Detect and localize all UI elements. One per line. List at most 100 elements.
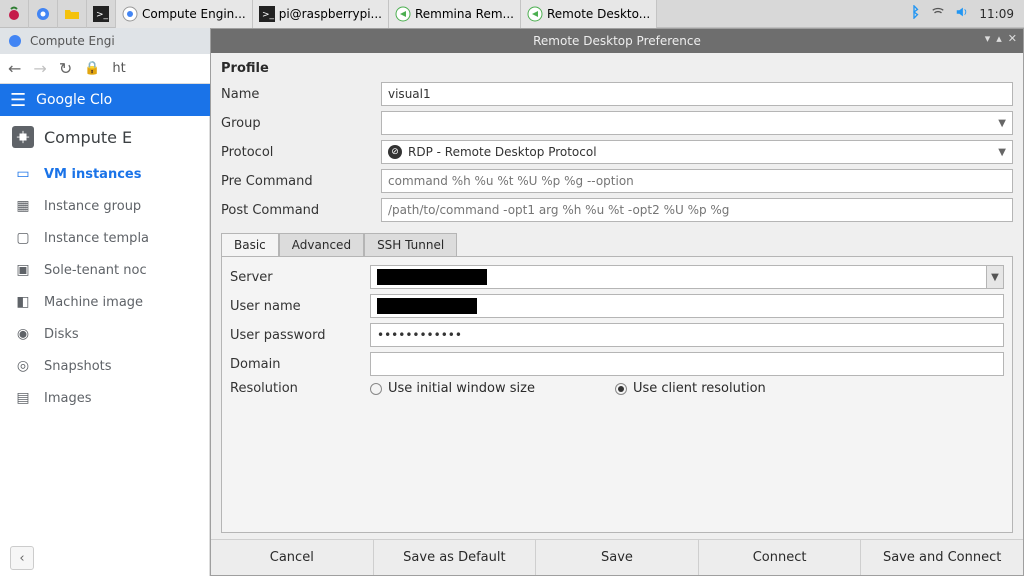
server-input[interactable] bbox=[370, 265, 1004, 289]
password-input[interactable] bbox=[370, 323, 1004, 347]
raspberry-menu-button[interactable] bbox=[0, 0, 29, 28]
sidebar-item-instance-templates[interactable]: ▢ Instance templa bbox=[0, 222, 209, 254]
row-server: Server bbox=[230, 265, 1004, 289]
sidebar-item-disks[interactable]: ◉ Disks bbox=[0, 318, 209, 350]
gcloud-sidebar: Compute E ▭ VM instances ▦ Instance grou… bbox=[0, 116, 210, 576]
radio-label: Use initial window size bbox=[388, 381, 535, 396]
wifi-icon[interactable] bbox=[931, 5, 945, 22]
minimize-icon[interactable]: ▾ bbox=[985, 32, 991, 45]
sidebar-item-vm-instances[interactable]: ▭ VM instances bbox=[0, 158, 209, 190]
group-icon: ▦ bbox=[14, 198, 32, 214]
sidebar-item-sole-tenant[interactable]: ▣ Sole-tenant noc bbox=[0, 254, 209, 286]
compute-engine-icon bbox=[12, 126, 34, 148]
bluetooth-icon[interactable] bbox=[907, 5, 921, 22]
row-protocol: Protocol ⊘ RDP - Remote Desktop Protocol… bbox=[221, 140, 1013, 164]
save-connect-button[interactable]: Save and Connect bbox=[860, 540, 1023, 575]
sidebar-item-instance-groups[interactable]: ▦ Instance group bbox=[0, 190, 209, 222]
label-resolution: Resolution bbox=[230, 381, 370, 396]
hamburger-icon[interactable]: ☰ bbox=[10, 90, 26, 111]
url-fragment[interactable]: ht bbox=[112, 61, 125, 76]
back-button[interactable]: ← bbox=[8, 59, 21, 78]
row-domain: Domain bbox=[230, 352, 1004, 376]
browser-tab-title[interactable]: Compute Engi bbox=[30, 34, 115, 48]
sidebar-item-label: Instance group bbox=[44, 199, 141, 214]
taskbar-window-chrome[interactable]: Compute Engin... bbox=[116, 0, 253, 28]
sidebar-item-images[interactable]: ▤ Images bbox=[0, 382, 209, 414]
disk-icon: ◉ bbox=[14, 326, 32, 342]
label-username: User name bbox=[230, 299, 370, 314]
server-value-redacted bbox=[377, 269, 487, 285]
file-manager-launcher[interactable] bbox=[58, 0, 87, 28]
label-precommand: Pre Command bbox=[221, 174, 381, 189]
tenant-icon: ▣ bbox=[14, 262, 32, 278]
precommand-input[interactable] bbox=[381, 169, 1013, 193]
taskbar-window-terminal[interactable]: >_ pi@raspberrypi... bbox=[253, 0, 389, 28]
protocol-select[interactable]: ⊘ RDP - Remote Desktop Protocol ▼ bbox=[381, 140, 1013, 164]
template-icon: ▢ bbox=[14, 230, 32, 246]
maximize-icon[interactable]: ▴ bbox=[996, 32, 1002, 45]
taskbar-window-label: Remote Deskto... bbox=[547, 7, 650, 21]
resolution-radio-initial[interactable]: Use initial window size bbox=[370, 381, 535, 396]
machine-image-icon: ◧ bbox=[14, 294, 32, 310]
group-select[interactable]: ▼ bbox=[381, 111, 1013, 135]
svg-text:>_: >_ bbox=[96, 10, 109, 20]
tab-basic[interactable]: Basic bbox=[221, 233, 279, 256]
sidebar-section-compute[interactable]: Compute E bbox=[0, 116, 209, 158]
chevron-down-icon: ▼ bbox=[998, 147, 1006, 158]
connect-button[interactable]: Connect bbox=[698, 540, 861, 575]
terminal-launcher[interactable]: >_ bbox=[87, 0, 116, 28]
taskbar-window-label: Remmina Rem... bbox=[415, 7, 514, 21]
tab-advanced[interactable]: Advanced bbox=[279, 233, 364, 256]
taskbar-window-label: pi@raspberrypi... bbox=[279, 7, 382, 21]
gcloud-topbar: ☰ Google Clo bbox=[0, 84, 210, 116]
sidebar-item-label: Machine image bbox=[44, 295, 143, 310]
reload-button[interactable]: ↻ bbox=[59, 59, 72, 78]
globe-icon bbox=[35, 6, 51, 22]
username-value-redacted bbox=[377, 298, 477, 314]
save-default-button[interactable]: Save as Default bbox=[373, 540, 536, 575]
radio-icon bbox=[615, 383, 627, 395]
username-input[interactable] bbox=[370, 294, 1004, 318]
resolution-radio-client[interactable]: Use client resolution bbox=[615, 381, 766, 396]
domain-input[interactable] bbox=[370, 352, 1004, 376]
terminal-icon: >_ bbox=[259, 6, 275, 22]
sidebar-item-label: Instance templa bbox=[44, 231, 149, 246]
chromium-launcher[interactable] bbox=[29, 0, 58, 28]
cancel-button[interactable]: Cancel bbox=[211, 540, 373, 575]
clock[interactable]: 11:09 bbox=[979, 7, 1014, 21]
dialog-title: Remote Desktop Preference bbox=[533, 34, 701, 48]
postcommand-input[interactable] bbox=[381, 198, 1013, 222]
system-tray: 11:09 bbox=[897, 5, 1024, 22]
label-protocol: Protocol bbox=[221, 145, 381, 160]
radio-label: Use client resolution bbox=[633, 381, 766, 396]
folder-icon bbox=[64, 6, 80, 22]
remmina-icon bbox=[395, 6, 411, 22]
label-domain: Domain bbox=[230, 357, 370, 372]
server-history-dropdown[interactable]: ▼ bbox=[986, 265, 1004, 289]
protocol-value: RDP - Remote Desktop Protocol bbox=[408, 145, 992, 159]
forward-button[interactable]: → bbox=[33, 59, 46, 78]
close-icon[interactable]: ✕ bbox=[1008, 32, 1017, 45]
name-input[interactable] bbox=[381, 82, 1013, 106]
sidebar-item-snapshots[interactable]: ◎ Snapshots bbox=[0, 350, 209, 382]
taskbar-window-remmina[interactable]: Remmina Rem... bbox=[389, 0, 521, 28]
volume-icon[interactable] bbox=[955, 5, 969, 22]
profile-heading: Profile bbox=[221, 59, 1013, 82]
remmina-icon bbox=[527, 6, 543, 22]
snapshot-icon: ◎ bbox=[14, 358, 32, 374]
label-server: Server bbox=[230, 270, 370, 285]
tab-ssh-tunnel[interactable]: SSH Tunnel bbox=[364, 233, 457, 256]
taskbar-window-remote-pref[interactable]: Remote Deskto... bbox=[521, 0, 657, 28]
remote-desktop-preference-dialog: Remote Desktop Preference ▾ ▴ ✕ Profile … bbox=[210, 28, 1024, 576]
row-name: Name bbox=[221, 82, 1013, 106]
sidebar-item-label: Images bbox=[44, 391, 92, 406]
lock-icon: 🔒 bbox=[84, 61, 100, 76]
row-username: User name bbox=[230, 294, 1004, 318]
sidebar-collapse-button[interactable]: ‹ bbox=[10, 546, 34, 570]
terminal-icon: >_ bbox=[93, 6, 109, 22]
dialog-titlebar[interactable]: Remote Desktop Preference ▾ ▴ ✕ bbox=[211, 29, 1023, 53]
sidebar-item-machine-images[interactable]: ◧ Machine image bbox=[0, 286, 209, 318]
gcloud-logo-text[interactable]: Google Clo bbox=[36, 92, 112, 108]
save-button[interactable]: Save bbox=[535, 540, 698, 575]
row-group: Group ▼ bbox=[221, 111, 1013, 135]
